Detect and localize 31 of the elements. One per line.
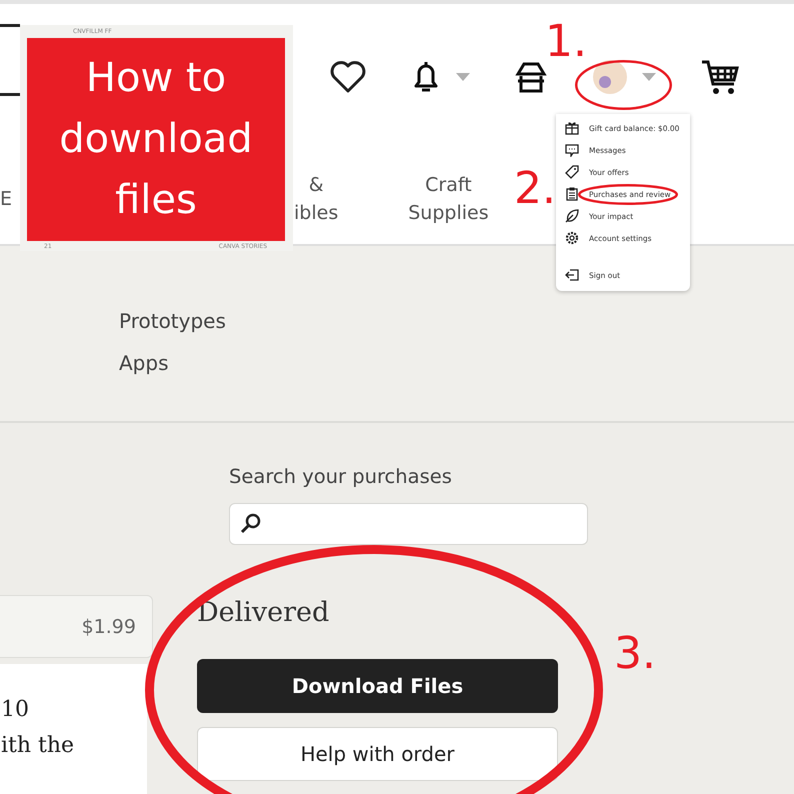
step-number: 2. <box>514 165 556 213</box>
order-status: Delivered <box>197 596 330 630</box>
search-icon <box>240 513 262 535</box>
order-title: ith the <box>1 732 74 760</box>
tag-icon <box>565 165 579 179</box>
category-link[interactable]: Prototypes <box>119 300 226 342</box>
step-number: 1. <box>545 18 587 66</box>
order-title: 10 <box>1 696 29 724</box>
heart-icon[interactable] <box>330 61 366 93</box>
category-link[interactable]: ibles <box>294 199 338 227</box>
gift-icon <box>565 121 579 135</box>
store-icon[interactable] <box>514 60 548 94</box>
order-price: $1.99 <box>82 616 136 638</box>
clipboard-icon <box>565 187 579 201</box>
category-link[interactable]: Apps <box>119 342 168 384</box>
category-link[interactable]: Supplies <box>408 199 489 227</box>
settings-icon <box>565 231 579 245</box>
message-icon <box>565 143 579 157</box>
leaf-icon <box>565 209 579 223</box>
step-number: 3. <box>614 630 656 678</box>
sign-out-icon <box>565 268 579 282</box>
title-text: How to download files <box>58 54 254 225</box>
category-link[interactable]: Craft <box>425 171 472 199</box>
search-field[interactable] <box>0 24 20 96</box>
category-link[interactable]: E <box>0 185 12 213</box>
category-link[interactable]: & <box>308 171 324 199</box>
help-button[interactable]: Help with order <box>197 727 558 781</box>
download-button[interactable]: Download Files <box>197 659 558 713</box>
search-label: Search your purchases <box>229 465 452 488</box>
cart-icon[interactable] <box>700 58 740 96</box>
avatar-icon[interactable] <box>592 59 628 95</box>
